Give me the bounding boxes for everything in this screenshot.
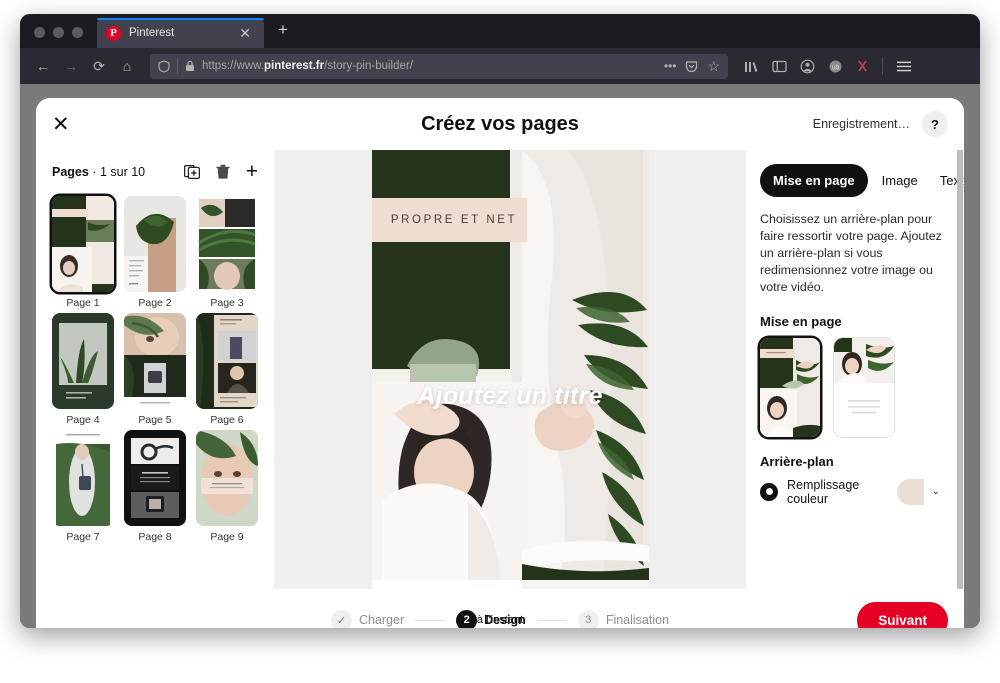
toolbar-divider xyxy=(882,57,883,75)
page-thumbnail-3[interactable] xyxy=(196,196,258,292)
close-window-button[interactable] xyxy=(34,27,45,38)
page-thumbnail-1[interactable] xyxy=(52,196,114,292)
bookmark-star-icon[interactable]: ☆ xyxy=(707,58,720,75)
page-label: Page 7 xyxy=(66,531,100,543)
pages-panel: Pages · 1 sur 10 + Page 1 Page 2 Page 3 … xyxy=(36,150,274,589)
pin-preview[interactable]: PROPRE ET NET Ajoutez un titre xyxy=(371,150,649,589)
page-label: Page 9 xyxy=(210,531,244,543)
pages-thumbnail-grid: Page 1 Page 2 Page 3 Page 4 Page 5 Page … xyxy=(36,190,274,589)
address-bar[interactable]: https://www.pinterest.fr/story-pin-build… xyxy=(150,53,728,79)
list-item[interactable]: Page 3 xyxy=(194,196,260,309)
page-actions-icon[interactable]: ••• xyxy=(664,59,677,73)
svg-text:ub: ub xyxy=(832,64,840,71)
list-item[interactable]: Page 5 xyxy=(122,313,188,426)
list-item[interactable]: Page 2 xyxy=(122,196,188,309)
list-item[interactable]: Page 4 xyxy=(50,313,116,426)
browser-toolbar-icons: ub xyxy=(738,57,912,75)
background-section-title: Arrière-plan xyxy=(760,453,834,469)
url-text: https://www.pinterest.fr/story-pin-build… xyxy=(202,60,413,72)
page-thumbnail-7[interactable] xyxy=(52,430,114,526)
pinterest-icon: P xyxy=(106,25,121,41)
layout-option-2[interactable] xyxy=(834,337,894,437)
design-options-panel: Mise en page Image Texte Choisissez un a… xyxy=(746,150,964,589)
list-item[interactable]: Page 6 xyxy=(194,313,260,426)
layout-options xyxy=(760,337,948,437)
urlbar-actions: ••• ☆ xyxy=(664,58,720,75)
duplicate-page-icon[interactable] xyxy=(183,164,200,180)
home-icon[interactable]: ⌂ xyxy=(114,53,140,79)
modal-body: Pages · 1 sur 10 + Page 1 Page 2 Page 3 … xyxy=(36,150,964,589)
account-icon[interactable] xyxy=(800,59,815,74)
page-viewport: ✕ Créez vos pages Enregistrement… ? Page… xyxy=(20,84,980,628)
library-icon[interactable] xyxy=(744,60,759,73)
page-thumbnail-5[interactable] xyxy=(124,313,186,409)
radio-remplissage-couleur[interactable] xyxy=(760,482,778,501)
header-actions: Enregistrement… ? xyxy=(813,111,948,137)
pin-canvas-area[interactable]: PROPRE ET NET Ajoutez un titre xyxy=(274,150,746,589)
list-item[interactable]: Page 8 xyxy=(122,430,188,543)
modal-header: ✕ Créez vos pages Enregistrement… ? xyxy=(36,98,964,150)
page-label: Page 4 xyxy=(66,414,100,426)
list-item[interactable]: Page 9 xyxy=(194,430,260,543)
browser-tab-pinterest[interactable]: P Pinterest ✕ xyxy=(97,18,264,48)
new-tab-button[interactable]: + xyxy=(274,19,292,40)
page-label: Page 1 xyxy=(66,297,100,309)
background-option-label: Remplissage couleur xyxy=(787,477,860,506)
add-page-icon[interactable]: + xyxy=(246,160,258,184)
lock-icon[interactable] xyxy=(185,60,195,72)
page-label: Page 6 xyxy=(210,414,244,426)
trash-icon[interactable] xyxy=(216,164,230,180)
toast-message: à l'instant xyxy=(476,614,524,626)
status-badge: Enregistrement… xyxy=(812,117,910,131)
chevron-down-icon: ⌄ xyxy=(931,486,940,498)
reload-icon[interactable]: ⟳ xyxy=(86,53,112,79)
maximize-window-button[interactable] xyxy=(72,27,83,38)
panel-tabs: Mise en page Image Texte xyxy=(760,164,964,197)
pocket-icon[interactable] xyxy=(685,60,698,73)
page-thumbnail-2[interactable] xyxy=(124,196,186,292)
page-label: Page 8 xyxy=(138,531,172,543)
pages-count-label: Pages · 1 sur 10 xyxy=(52,165,146,179)
panel-scrollbar[interactable] xyxy=(957,150,963,589)
forward-icon[interactable]: → xyxy=(58,53,84,79)
pin-overlay-text: PROPRE ET NET xyxy=(390,214,518,226)
sidebar-icon[interactable] xyxy=(772,60,787,73)
shield-icon[interactable] xyxy=(158,59,170,73)
page-thumbnail-9[interactable] xyxy=(196,430,258,526)
close-icon[interactable]: ✕ xyxy=(52,114,70,135)
tab-title: Pinterest xyxy=(129,27,175,39)
window-controls[interactable] xyxy=(20,27,97,48)
minimize-window-button[interactable] xyxy=(53,27,64,38)
help-button[interactable]: ? xyxy=(922,111,948,137)
tab-image[interactable]: Image xyxy=(874,164,926,197)
page-label: Page 2 xyxy=(138,297,172,309)
layout-section-title: Mise en page xyxy=(760,313,842,329)
tab-strip: P Pinterest ✕ + xyxy=(20,14,980,48)
page-label: Page 5 xyxy=(138,414,172,426)
story-pin-builder-modal: ✕ Créez vos pages Enregistrement… ? Page… xyxy=(36,98,964,628)
browser-window: P Pinterest ✕ + ← → ⟳ ⌂ https://www.pint… xyxy=(20,14,980,628)
layout-option-1[interactable] xyxy=(760,337,820,437)
urlbar-divider xyxy=(177,58,178,74)
page-thumbnail-6[interactable] xyxy=(196,313,258,409)
menu-icon[interactable] xyxy=(896,60,912,73)
page-label: Page 3 xyxy=(210,297,244,309)
panel-description: Choisissez un arrière-plan pour faire re… xyxy=(760,212,942,295)
pages-toolbar: + xyxy=(183,160,258,184)
back-icon[interactable]: ← xyxy=(30,53,56,79)
close-tab-icon[interactable]: ✕ xyxy=(235,24,255,42)
extension-icon[interactable]: ub xyxy=(828,59,843,74)
page-thumbnail-4[interactable] xyxy=(52,313,114,409)
pages-header: Pages · 1 sur 10 + xyxy=(36,150,274,190)
list-item[interactable]: Page 7 xyxy=(50,430,116,543)
tab-mise-en-page[interactable]: Mise en page xyxy=(760,164,868,197)
addon-icon[interactable] xyxy=(856,59,869,73)
page-thumbnail-8[interactable] xyxy=(124,430,186,526)
background-color-row: Remplissage couleur ⌄ xyxy=(760,478,948,506)
list-item[interactable]: Page 1 xyxy=(50,196,116,309)
navigation-toolbar: ← → ⟳ ⌂ https://www.pinterest.fr/story-p… xyxy=(20,48,980,84)
pin-title-placeholder[interactable]: Ajoutez un titre xyxy=(372,382,649,411)
color-swatch-dropdown[interactable]: ⌄ xyxy=(897,478,948,505)
